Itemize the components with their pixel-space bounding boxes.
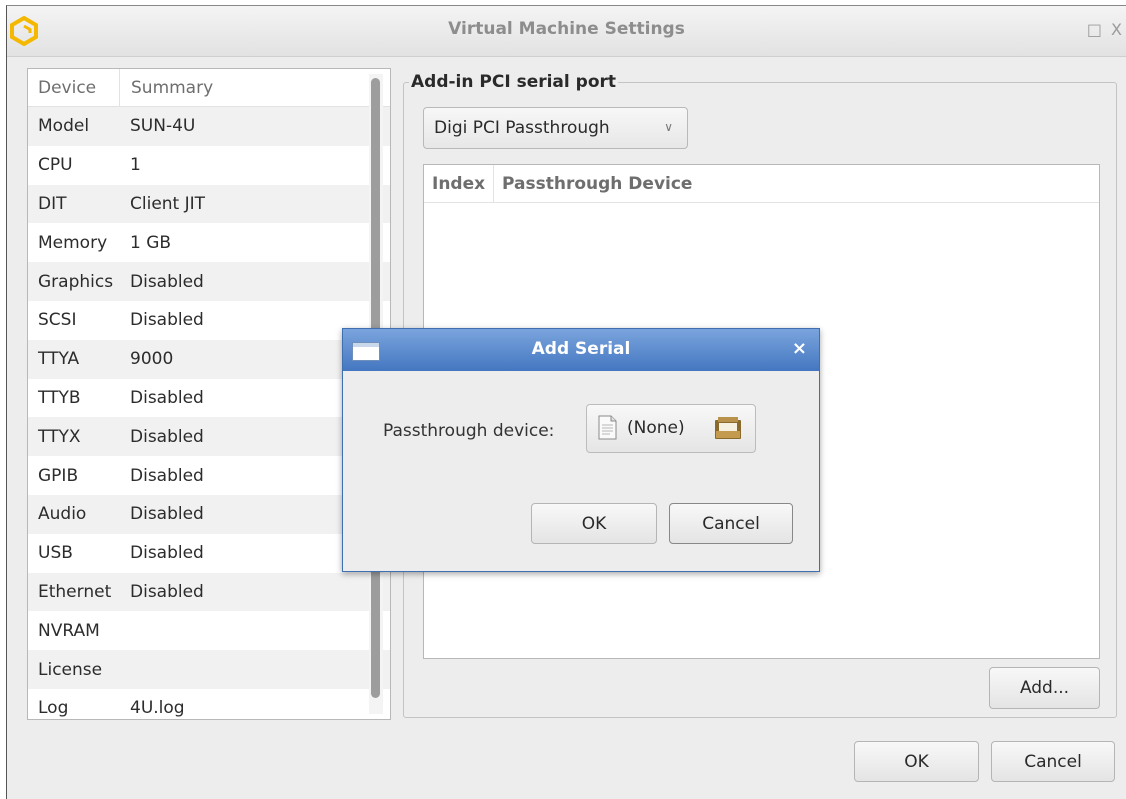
device-name: USB [38, 543, 73, 564]
device-row[interactable]: TTYX Disabled [28, 417, 390, 457]
chevron-down-icon: ∨ [664, 120, 673, 134]
device-summary: Disabled [130, 504, 204, 525]
device-name: Audio [38, 504, 87, 525]
device-summary: Disabled [130, 387, 204, 408]
device-name: NVRAM [38, 620, 100, 641]
column-header-summary[interactable]: Summary [120, 78, 213, 98]
column-header-device[interactable]: Device [28, 69, 120, 106]
device-summary: Disabled [130, 310, 204, 331]
device-summary: Client JIT [130, 193, 206, 214]
column-header-index[interactable]: Index [424, 165, 494, 202]
dialog-cancel-button[interactable]: Cancel [669, 503, 793, 544]
device-row[interactable]: Memory 1 GB [28, 223, 390, 262]
device-row[interactable]: Graphics Disabled [28, 262, 390, 301]
dialog-title: Add Serial [531, 339, 631, 359]
device-summary: Disabled [130, 543, 204, 564]
add-serial-dialog: Add Serial × Passthrough device: (None) … [342, 328, 820, 572]
folder-icon [715, 417, 741, 439]
device-name: Model [38, 116, 90, 137]
device-summary: SUN-4U [130, 116, 196, 137]
device-rows: Model SUN-4U CPU 1 DIT Client JIT Memory 1 GB Gr… [28, 107, 390, 719]
document-icon [598, 415, 617, 440]
device-name: Ethernet [38, 581, 112, 602]
device-row[interactable]: CPU 1 [28, 146, 390, 185]
device-name: GPIB [38, 465, 79, 486]
column-header-passthrough-device[interactable]: Passthrough Device [494, 174, 692, 194]
device-name: SCSI [38, 310, 77, 331]
device-row[interactable]: TTYA 9000 [28, 339, 390, 379]
device-row[interactable]: Ethernet Disabled [28, 572, 390, 612]
file-chooser-value: (None) [627, 418, 685, 438]
device-list[interactable]: Device Summary Model SUN-4U CPU 1 DIT Client … [27, 68, 391, 720]
close-window-button[interactable]: X [1111, 20, 1122, 39]
device-summary: Disabled [130, 271, 204, 292]
device-row[interactable]: SCSI Disabled [28, 301, 390, 340]
device-row[interactable]: License [28, 650, 390, 689]
add-button[interactable]: Add... [989, 667, 1100, 709]
device-row[interactable]: GPIB Disabled [28, 456, 390, 495]
cancel-button[interactable]: Cancel [991, 741, 1115, 782]
passthrough-device-label: Passthrough device: [383, 421, 555, 441]
device-row[interactable]: Log 4U.log [28, 689, 390, 719]
device-name: CPU [38, 155, 73, 176]
passthrough-table-header: Index Passthrough Device [424, 165, 1099, 203]
device-row[interactable]: USB Disabled [28, 534, 390, 573]
device-summary: 1 [130, 155, 141, 176]
device-summary: 9000 [130, 349, 174, 370]
device-row[interactable]: Model SUN-4U [28, 107, 390, 146]
dialog-ok-button[interactable]: OK [531, 503, 657, 544]
dropdown-value: Digi PCI Passthrough [434, 118, 610, 138]
device-name: Memory [38, 232, 108, 253]
device-summary: 1 GB [130, 232, 172, 253]
device-row[interactable]: Audio Disabled [28, 494, 390, 534]
device-name: DIT [38, 193, 67, 214]
ok-button[interactable]: OK [854, 741, 979, 782]
device-summary: 4U.log [130, 698, 185, 719]
device-name: TTYX [38, 426, 81, 447]
device-name: TTYB [38, 387, 81, 408]
device-name: Graphics [38, 271, 114, 292]
device-name: Log [38, 698, 69, 719]
device-row[interactable]: DIT Client JIT [28, 184, 390, 224]
device-name: TTYA [38, 349, 80, 370]
passthrough-file-chooser[interactable]: (None) [586, 404, 756, 453]
window-title: Virtual Machine Settings [448, 19, 685, 39]
dialog-close-button[interactable]: × [792, 338, 807, 359]
device-row[interactable]: TTYB Disabled [28, 379, 390, 418]
window-titlebar[interactable]: Virtual Machine Settings □ X [7, 6, 1126, 57]
device-list-header: Device Summary [28, 69, 390, 107]
serial-type-dropdown[interactable]: Digi PCI Passthrough ∨ [423, 107, 688, 149]
device-summary: Disabled [130, 465, 204, 486]
dialog-titlebar[interactable]: Add Serial × [343, 329, 819, 371]
device-summary: Disabled [130, 426, 204, 447]
device-row[interactable]: NVRAM [28, 611, 390, 650]
maximize-button[interactable]: □ [1087, 20, 1102, 39]
device-name: License [38, 659, 103, 680]
group-title: Add-in PCI serial port [409, 72, 619, 92]
device-summary: Disabled [130, 581, 204, 602]
